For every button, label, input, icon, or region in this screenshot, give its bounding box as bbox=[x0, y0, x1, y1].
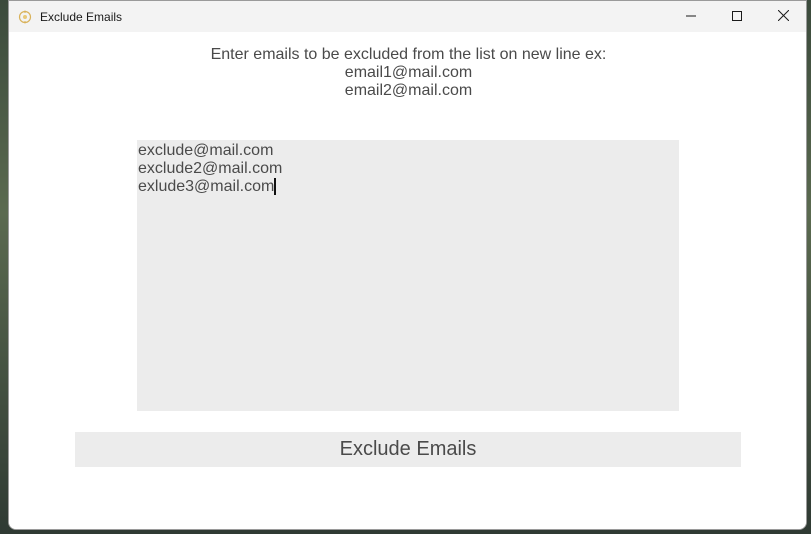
main-content: Enter emails to be excluded from the lis… bbox=[9, 32, 806, 529]
close-icon bbox=[777, 8, 789, 26]
title-bar[interactable]: Exclude Emails bbox=[9, 1, 806, 32]
example-email-1: email1@mail.com bbox=[344, 64, 473, 81]
example-email-2: email2@mail.com bbox=[344, 82, 473, 99]
text-caret bbox=[274, 178, 277, 195]
app-icon bbox=[18, 10, 32, 24]
close-button[interactable] bbox=[760, 1, 806, 32]
email-line-text: exlude3@mail.com bbox=[138, 178, 275, 195]
instructions-line: Enter emails to be excluded from the lis… bbox=[210, 46, 607, 63]
app-window: Exclude Emails Enter emails to be exclud… bbox=[8, 0, 807, 530]
email-line: exclude2@mail.com bbox=[138, 160, 283, 177]
maximize-icon bbox=[732, 8, 742, 26]
instructions-text: Enter emails to be excluded from the lis… bbox=[9, 46, 806, 100]
exclude-emails-button[interactable]: Exclude Emails bbox=[75, 432, 741, 467]
email-textarea[interactable]: exclude@mail.com exclude2@mail.com exlud… bbox=[137, 140, 679, 411]
maximize-button[interactable] bbox=[714, 1, 760, 32]
window-title: Exclude Emails bbox=[40, 9, 123, 24]
minimize-icon bbox=[686, 8, 696, 26]
email-line: exclude@mail.com bbox=[138, 142, 274, 159]
window-controls bbox=[668, 1, 806, 32]
email-line: exlude3@mail.com bbox=[138, 178, 678, 196]
minimize-button[interactable] bbox=[668, 1, 714, 32]
